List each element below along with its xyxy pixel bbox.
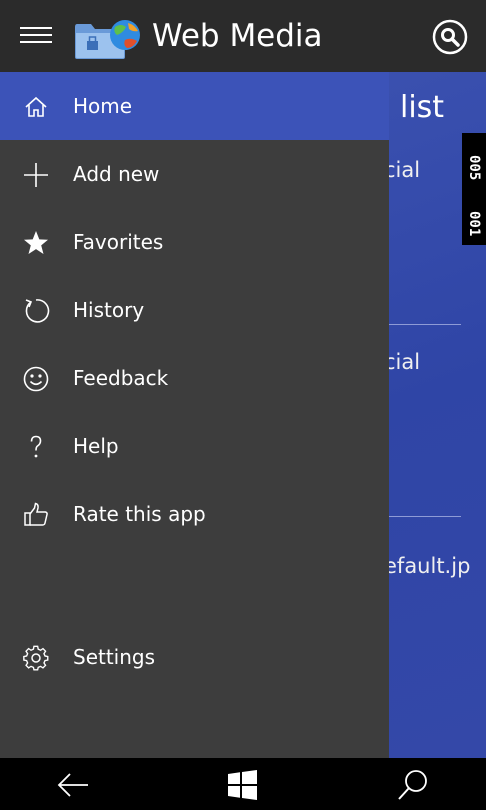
search-icon[interactable] bbox=[396, 768, 430, 802]
list-divider bbox=[388, 324, 461, 325]
nav-item-add-new[interactable]: Add new bbox=[0, 140, 389, 208]
nav-label: History bbox=[73, 298, 145, 322]
app-title: Web Media bbox=[152, 18, 323, 54]
folder-globe-icon bbox=[75, 20, 140, 59]
plus-icon bbox=[24, 163, 48, 187]
nav-item-feedback[interactable]: Feedback bbox=[0, 344, 389, 412]
nav-item-rate-app[interactable]: Rate this app bbox=[0, 480, 389, 548]
thumbs-up-icon bbox=[24, 502, 48, 526]
refresh-icon bbox=[25, 299, 50, 323]
nav-item-favorites[interactable]: Favorites bbox=[0, 208, 389, 276]
nav-label: Rate this app bbox=[73, 502, 206, 526]
hamburger-icon[interactable] bbox=[20, 26, 52, 46]
windows-logo-icon[interactable] bbox=[226, 768, 260, 802]
nav-item-help[interactable]: Help bbox=[0, 412, 389, 480]
list-item[interactable]: cial bbox=[384, 348, 420, 376]
gear-icon bbox=[23, 645, 49, 671]
system-nav-bar bbox=[0, 758, 486, 810]
side-badge-strip: 005 001 bbox=[462, 133, 486, 245]
list-item[interactable]: cial bbox=[384, 156, 420, 184]
home-icon bbox=[25, 96, 47, 117]
nav-item-home[interactable]: Home bbox=[0, 72, 389, 140]
nav-item-history[interactable]: History bbox=[0, 276, 389, 344]
nav-label: Home bbox=[73, 94, 133, 118]
list-title: list bbox=[400, 90, 445, 125]
title-bar: Web Media bbox=[0, 0, 486, 72]
nav-label: Feedback bbox=[73, 366, 169, 390]
nav-item-settings[interactable]: Settings bbox=[0, 623, 389, 691]
search-icon[interactable] bbox=[432, 19, 468, 55]
smiley-icon bbox=[23, 366, 49, 392]
question-icon bbox=[30, 435, 42, 458]
nav-label: Settings bbox=[73, 645, 156, 669]
list-divider bbox=[388, 516, 461, 517]
list-item[interactable]: efault.jp bbox=[384, 552, 470, 580]
strip-text: 005 bbox=[466, 155, 482, 181]
nav-label: Help bbox=[73, 434, 119, 458]
nav-label: Favorites bbox=[73, 230, 164, 254]
navigation-drawer: Home Add new Favorites History Feedback bbox=[0, 72, 389, 758]
star-icon bbox=[24, 231, 48, 254]
nav-label: Add new bbox=[73, 162, 160, 186]
strip-text: 001 bbox=[466, 211, 482, 237]
back-arrow-icon[interactable] bbox=[56, 768, 90, 802]
